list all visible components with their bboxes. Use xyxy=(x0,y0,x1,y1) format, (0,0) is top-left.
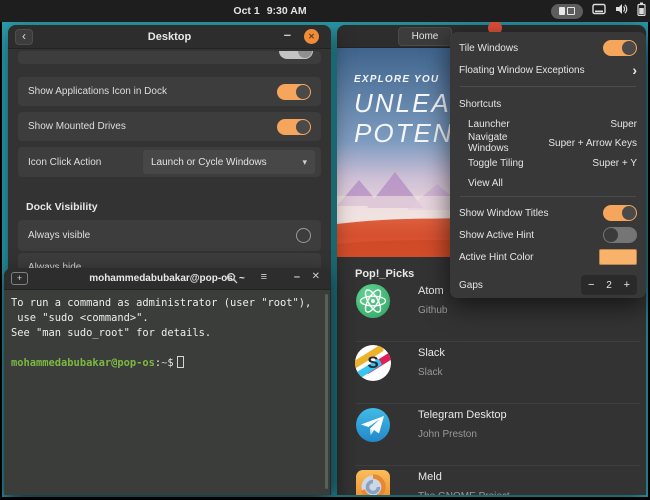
terminal-body[interactable]: To run a command as administrator (user … xyxy=(4,290,330,371)
dropdown-value: Launch or Cycle Windows xyxy=(151,157,267,168)
always-visible-radio[interactable] xyxy=(296,228,311,243)
menu-item-tile-windows[interactable]: Tile Windows xyxy=(450,38,646,58)
menu-divider xyxy=(460,86,636,87)
tile-left-icon xyxy=(559,7,565,15)
app-title: Meld xyxy=(418,471,442,483)
menu-item-navigate-windows[interactable]: Navigate Windows Super + Arrow Keys xyxy=(450,133,646,153)
hamburger-menu-icon[interactable]: ≡ xyxy=(261,271,267,283)
tile-right-icon xyxy=(567,7,575,15)
app-subtitle: Github xyxy=(418,305,447,316)
terminal-line: To run a command as administrator (user … xyxy=(11,296,321,311)
menu-item-show-active-hint[interactable]: Show Active Hint xyxy=(450,225,646,245)
app-title: Slack xyxy=(418,347,445,359)
battery-icon[interactable] xyxy=(637,2,646,21)
atom-app-icon xyxy=(355,283,391,319)
show-apps-label: Show Applications Icon in Dock xyxy=(28,86,277,97)
menu-shortcuts-header: Shortcuts xyxy=(450,94,646,114)
meld-app-icon xyxy=(355,469,391,495)
app-title: Atom xyxy=(418,285,444,297)
app-subtitle: John Preston xyxy=(418,429,477,440)
icon-click-dropdown[interactable]: Launch or Cycle Windows ▾ xyxy=(143,150,315,174)
screen: Oct 1 9:30 AM ‹ Desktop – ✕ xyxy=(0,0,650,500)
gaps-increment-button[interactable]: + xyxy=(624,279,630,291)
caret-down-icon: ▾ xyxy=(302,157,307,168)
terminal-minimize-button[interactable]: – xyxy=(294,271,300,283)
gaps-decrement-button[interactable]: − xyxy=(588,279,594,291)
volume-icon[interactable] xyxy=(615,2,628,20)
show-apps-toggle[interactable] xyxy=(277,84,311,100)
top-bar: Oct 1 9:30 AM xyxy=(0,0,650,22)
chevron-right-icon: › xyxy=(632,65,637,75)
menu-item-active-hint-color[interactable]: Active Hint Color xyxy=(450,247,646,267)
tiling-menu-button[interactable] xyxy=(551,4,583,19)
banner-kicker: EXPLORE YOU xyxy=(354,74,439,85)
gaps-stepper: − 2 + xyxy=(581,275,637,295)
list-divider xyxy=(355,465,640,466)
menu-divider xyxy=(460,196,636,197)
menu-item-floating-exceptions[interactable]: Floating Window Exceptions › xyxy=(450,60,646,80)
menu-item-gaps: Gaps − 2 + xyxy=(450,273,646,297)
list-divider xyxy=(355,341,640,342)
menu-item-view-all[interactable]: View All xyxy=(450,173,646,193)
terminal-prompt: mohammedabubakar@pop-os:~$ xyxy=(11,356,321,371)
option-always-visible[interactable]: Always visible xyxy=(18,220,321,251)
menu-item-launcher[interactable]: Launcher Super xyxy=(450,114,646,134)
app-subtitle: Slack xyxy=(418,367,442,378)
terminal-line: See "man sudo_root" for details. xyxy=(11,326,321,341)
list-divider xyxy=(355,403,640,404)
slack-app-icon: S xyxy=(355,345,391,381)
terminal-cursor xyxy=(177,356,184,368)
app-row-telegram[interactable]: Telegram Desktop John Preston xyxy=(355,407,635,463)
active-hint-color-swatch[interactable] xyxy=(599,249,637,265)
tile-windows-toggle[interactable] xyxy=(603,40,637,56)
scrolled-row-partial xyxy=(18,51,321,64)
settings-minimize-button[interactable]: – xyxy=(284,27,291,42)
terminal-scrollbar[interactable] xyxy=(325,294,328,489)
settings-close-button[interactable]: ✕ xyxy=(304,29,319,44)
show-drives-toggle[interactable] xyxy=(277,119,311,135)
prompt-user: mohammedabubakar@pop-os xyxy=(11,357,155,369)
search-icon[interactable] xyxy=(226,272,238,287)
app-title: Telegram Desktop xyxy=(418,409,507,421)
shop-home-tab[interactable]: Home xyxy=(398,27,452,46)
show-active-hint-toggle[interactable] xyxy=(603,227,637,243)
app-subtitle: The GNOME Project xyxy=(418,491,510,495)
pop-picks-heading: Pop!_Picks xyxy=(355,268,414,280)
display-icon[interactable] xyxy=(592,2,606,20)
setting-row-show-drives: Show Mounted Drives xyxy=(18,112,321,141)
terminal-titlebar[interactable]: + mohammedabubakar@pop-os: ~ ≡ – ✕ xyxy=(4,268,330,290)
clock[interactable]: Oct 1 9:30 AM xyxy=(175,0,365,22)
settings-titlebar[interactable]: ‹ Desktop – ✕ xyxy=(8,25,331,49)
app-row-slack[interactable]: S Slack Slack xyxy=(355,345,635,401)
menu-item-toggle-tiling[interactable]: Toggle Tiling Super + Y xyxy=(450,153,646,173)
setting-row-icon-click: Icon Click Action Launch or Cycle Window… xyxy=(18,147,321,177)
clock-date: Oct 1 xyxy=(233,5,259,17)
dock-visibility-heading: Dock Visibility xyxy=(26,201,98,213)
terminal-close-button[interactable]: ✕ xyxy=(312,271,320,282)
telegram-app-icon xyxy=(355,407,391,443)
app-row-meld[interactable]: Meld The GNOME Project xyxy=(355,469,635,495)
system-tray xyxy=(551,0,646,22)
terminal-window-title: mohammedabubakar@pop-os: ~ xyxy=(4,273,330,284)
terminal-window: + mohammedabubakar@pop-os: ~ ≡ – ✕ To ru… xyxy=(4,268,330,495)
partial-toggle[interactable] xyxy=(279,51,313,59)
always-visible-label: Always visible xyxy=(28,230,296,241)
clock-time: 9:30 AM xyxy=(267,5,307,17)
show-window-titles-toggle[interactable] xyxy=(603,205,637,221)
menu-item-show-window-titles[interactable]: Show Window Titles xyxy=(450,203,646,223)
gaps-value: 2 xyxy=(606,280,612,291)
terminal-line: use "sudo <command>". xyxy=(11,311,321,326)
show-drives-label: Show Mounted Drives xyxy=(28,121,277,132)
setting-row-show-apps: Show Applications Icon in Dock xyxy=(18,77,321,106)
tiling-popover-menu: Tile Windows Floating Window Exceptions … xyxy=(450,32,646,298)
settings-window-title: Desktop xyxy=(8,31,331,43)
